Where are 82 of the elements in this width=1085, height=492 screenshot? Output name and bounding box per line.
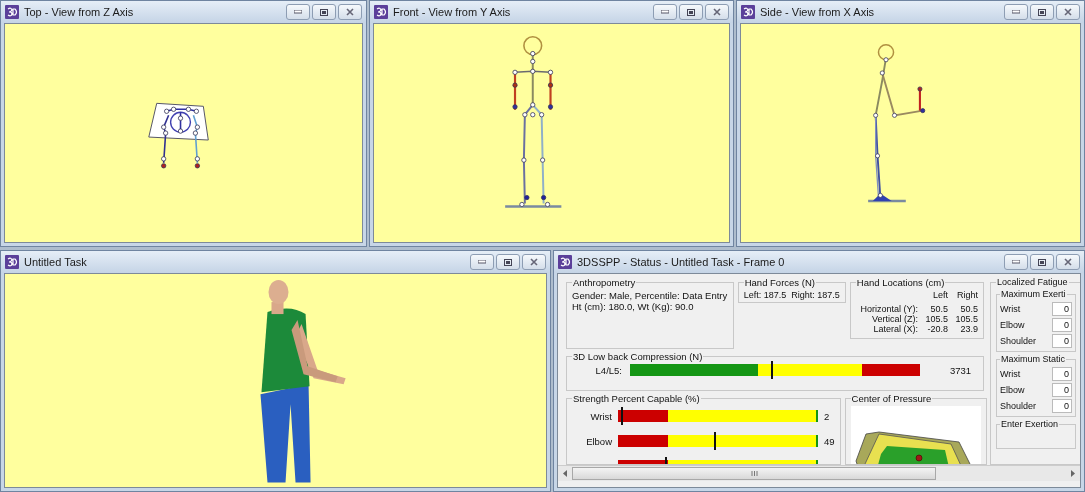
minimize-icon [1012, 10, 1020, 14]
value-field[interactable]: 0 [1052, 334, 1072, 348]
group-title: Anthropometry [572, 277, 637, 288]
window-title: Side - View from X Axis [760, 6, 875, 18]
restore-button[interactable] [312, 4, 336, 20]
table-cell-text: 23.9 [959, 324, 978, 334]
close-icon [1064, 258, 1072, 266]
row-label: Shoulder [1000, 401, 1037, 411]
window-title: Top - View from Z Axis [24, 6, 134, 18]
close-button[interactable] [705, 4, 729, 20]
scroll-thumb[interactable] [572, 467, 936, 480]
restore-icon [1038, 8, 1046, 16]
group-title: Strength Percent Capable (%) [572, 394, 701, 404]
group-title: Maximum Exerti [1000, 289, 1067, 299]
restore-button[interactable] [679, 4, 703, 20]
group-title: Maximum Static [1000, 354, 1066, 364]
minimize-icon [661, 10, 669, 14]
app-icon [374, 5, 388, 19]
row-label: Horizontal (Y): [859, 304, 918, 314]
value-field[interactable]: 0 [1052, 318, 1072, 332]
left-force-text: Left: 187.5 [743, 290, 787, 300]
restore-button[interactable] [1030, 4, 1054, 20]
horizontal-scrollbar[interactable] [558, 465, 1080, 481]
row-label: L4/L5: [594, 364, 622, 376]
row-label: Elbow [1000, 385, 1025, 395]
restore-icon [504, 258, 512, 266]
restore-icon [320, 8, 328, 16]
table-cell-text: 105.5 [954, 314, 978, 324]
app-icon [5, 255, 19, 269]
minimize-icon [478, 260, 486, 264]
group-title: Hand Forces (N) [743, 277, 816, 288]
row-label: Elbow [1000, 320, 1025, 330]
close-button[interactable] [1056, 4, 1080, 20]
close-button[interactable] [522, 254, 546, 270]
column-header: Left [932, 290, 948, 300]
row-label: Wrist [1000, 304, 1021, 314]
close-button[interactable] [1056, 254, 1080, 270]
info-text: Gender: Male, Percentile: Data Entry [572, 290, 728, 301]
row-label: Shoulder [1000, 336, 1037, 346]
skeleton-drawing [148, 102, 209, 169]
restore-button[interactable] [496, 254, 520, 270]
value-field[interactable]: 0 [1052, 367, 1072, 381]
value-field[interactable]: 0 [1052, 302, 1072, 316]
table-cell-text: 105.5 [924, 314, 948, 324]
row-label: Vertical (Z): [871, 314, 918, 324]
restore-button[interactable] [1030, 254, 1054, 270]
group-title: Hand Locations (cm) [855, 277, 946, 288]
close-icon [346, 8, 354, 16]
restore-icon [1038, 258, 1046, 266]
close-icon [530, 258, 538, 266]
table-cell-text: -20.8 [926, 324, 948, 334]
right-force-text: Right: 187.5 [791, 290, 840, 300]
restore-icon [687, 8, 695, 16]
close-icon [1064, 8, 1072, 16]
group-title: Center of Pressure [850, 394, 933, 404]
group-title: Enter Exertion [1000, 419, 1060, 429]
window-title: 3DSSPP - Status - Untitled Task - Frame 0 [577, 256, 785, 268]
window-title: Untitled Task [24, 256, 87, 268]
table-cell-text: 50.5 [929, 304, 948, 314]
app-icon [5, 5, 19, 19]
row-label: Wrist [1000, 369, 1021, 379]
minimize-icon [1012, 260, 1020, 264]
value-text: 3731 [950, 364, 972, 376]
group-title: 3D Low back Compression (N) [572, 351, 704, 362]
value-field[interactable]: 0 [1052, 383, 1072, 397]
minimize-icon [294, 10, 302, 14]
column-header: Right [956, 290, 978, 300]
row-label: Wrist [589, 410, 612, 422]
app-icon [558, 255, 572, 269]
info-text: Ht (cm): 180.0, Wt (Kg): 90.0 [572, 301, 695, 312]
grip-icon [750, 471, 758, 476]
value-text: 2 [824, 410, 830, 422]
value-text: 49 [824, 435, 835, 447]
group-title: Localized Fatigue [996, 278, 1069, 287]
window-title: Front - View from Y Axis [393, 6, 511, 18]
row-label: Elbow [585, 435, 612, 447]
value-field[interactable]: 0 [1052, 399, 1072, 413]
close-icon [713, 8, 721, 16]
row-label: Lateral (X): [872, 324, 918, 334]
close-button[interactable] [338, 4, 362, 20]
app-icon [741, 5, 755, 19]
table-cell-text: 50.5 [959, 304, 978, 314]
